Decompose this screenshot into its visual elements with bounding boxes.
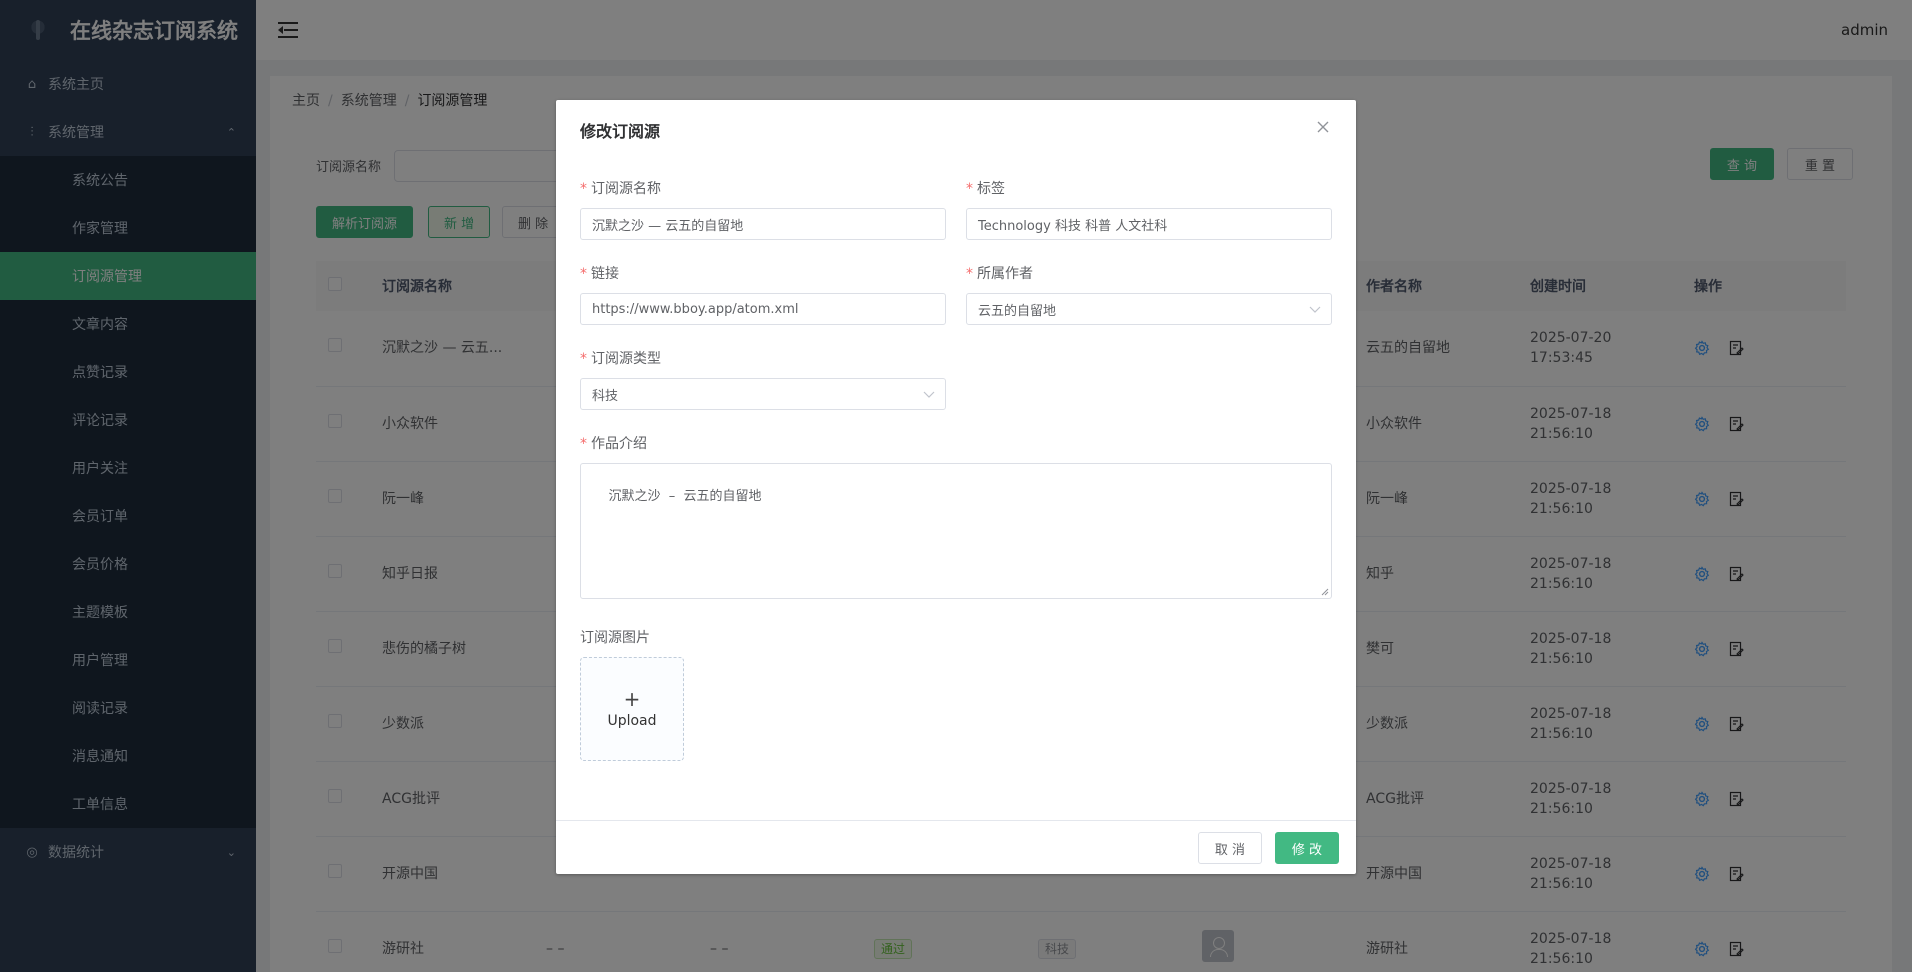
author-label: * 所属作者	[966, 266, 1033, 282]
link-label: * 链接	[580, 266, 619, 282]
intro-label: * 作品介绍	[580, 436, 647, 452]
author-select-value: 云五的自留地	[978, 303, 1057, 319]
tags-input[interactable]: Technology 科技 科普 人文社科	[966, 208, 1332, 240]
author-select[interactable]: 云五的自留地	[966, 293, 1332, 325]
image-upload[interactable]: + Upload	[580, 657, 684, 761]
resize-handle-icon[interactable]	[1321, 588, 1329, 596]
plus-icon: +	[623, 687, 641, 711]
tags-label: * 标签	[966, 181, 1005, 197]
edit-feed-dialog: 修改订阅源 * 订阅源名称 沉默之沙 — 云五的自留地 * 标签 Technolog…	[556, 100, 1356, 874]
cancel-button[interactable]: 取 消	[1198, 832, 1262, 864]
link-input[interactable]: https://www.bboy.app/atom.xml	[580, 293, 946, 325]
dialog-footer: 取 消 修 改	[556, 820, 1356, 874]
type-label: * 订阅源类型	[580, 351, 661, 367]
type-select-value: 科技	[592, 388, 619, 404]
name-label: * 订阅源名称	[580, 181, 661, 197]
intro-textarea[interactable]: 沉默之沙 – 云五的自留地	[580, 463, 1332, 599]
submit-button[interactable]: 修 改	[1275, 832, 1339, 864]
type-select[interactable]: 科技	[580, 378, 946, 410]
feed-name-input[interactable]: 沉默之沙 — 云五的自留地	[580, 208, 946, 240]
chevron-down-icon	[1309, 306, 1321, 313]
chevron-down-icon	[923, 391, 935, 398]
upload-text: Upload	[607, 713, 657, 729]
intro-textarea-value: 沉默之沙 – 云五的自留地	[608, 489, 762, 504]
image-label: 订阅源图片	[580, 630, 650, 646]
dialog-title: 修改订阅源	[580, 122, 661, 141]
close-icon[interactable]	[1316, 120, 1330, 134]
